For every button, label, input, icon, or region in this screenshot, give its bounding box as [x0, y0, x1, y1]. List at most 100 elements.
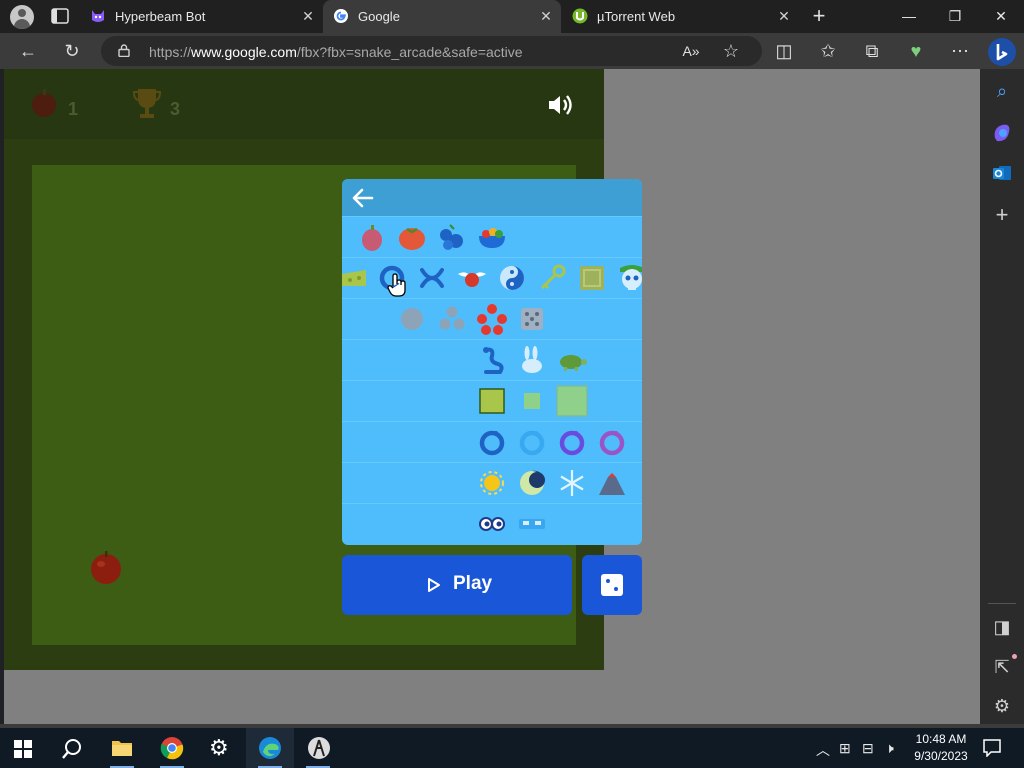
page-content: 1 3 Play [4, 69, 980, 724]
food-row [342, 216, 642, 257]
favorite-star-icon[interactable]: ☆ [718, 39, 744, 63]
taskbar-app[interactable] [294, 728, 342, 768]
read-aloud-icon[interactable]: A» [678, 39, 704, 63]
address-bar[interactable]: https://www.google.com/fbx?fbx=snake_arc… [101, 36, 762, 66]
hide-sidebar-icon[interactable]: ◨ [991, 616, 1013, 638]
outlook-icon[interactable] [991, 162, 1013, 184]
notifications-icon[interactable] [983, 739, 1001, 757]
tab-actions-icon[interactable] [51, 8, 69, 24]
url-text: https://www.google.com/fbx?fbx=snake_arc… [149, 44, 523, 60]
rabbit-icon[interactable] [516, 344, 548, 376]
snake-ring-purple-icon[interactable] [556, 426, 588, 458]
eyes-icon[interactable] [476, 508, 508, 540]
copilot-icon[interactable] [991, 122, 1013, 144]
snake-ring-icon[interactable] [476, 426, 508, 458]
taskbar-file-explorer[interactable] [98, 728, 146, 768]
profile-avatar-icon[interactable] [10, 5, 34, 29]
minimize-icon[interactable]: — [886, 0, 932, 33]
google-g-icon [334, 9, 348, 23]
snake-ring-cyan-icon[interactable] [516, 426, 548, 458]
restore-icon[interactable]: ❐ [932, 0, 978, 33]
browser-toolbar: ← ↻ https://www.google.com/fbx?fbx=snake… [0, 33, 1024, 69]
settings-more-icon[interactable]: ⋯ [947, 39, 973, 63]
settings-gear-icon: ⚙ [209, 735, 229, 760]
pretzel-icon[interactable] [416, 262, 448, 294]
tray-app-icon[interactable]: ⊞ [839, 740, 851, 757]
snake-icon[interactable] [476, 344, 508, 376]
one-apple-icon[interactable] [396, 303, 428, 335]
fig-icon[interactable] [356, 221, 388, 253]
clock-date[interactable]: 9/30/2023 [909, 749, 973, 763]
snowflake-icon[interactable] [556, 467, 588, 499]
winged-apple-icon[interactable] [456, 262, 488, 294]
close-tab-icon[interactable]: ✕ [776, 8, 792, 24]
snake-ring-violet-icon[interactable] [596, 426, 628, 458]
browser-essentials-icon[interactable]: ♥ [903, 39, 929, 63]
key-icon[interactable] [536, 262, 568, 294]
taskbar-chrome[interactable] [148, 728, 196, 768]
speed-row [342, 339, 642, 380]
cheese-icon[interactable] [342, 262, 370, 294]
random-settings-button[interactable] [582, 555, 642, 615]
dice-icon[interactable] [516, 303, 548, 335]
utorrent-icon [572, 8, 588, 24]
sound-icon[interactable] [546, 93, 576, 117]
windows-taskbar: ⚙ ︿ ⊞ ⊟ 🕨 10:48 AM 9/30/2023 [0, 728, 1024, 768]
tab-google[interactable]: Google ✕ [323, 0, 561, 33]
taskbar-search-icon[interactable] [61, 738, 83, 760]
favorites-icon[interactable]: ✩ [815, 39, 841, 63]
clock-time[interactable]: 10:48 AM [911, 732, 971, 746]
collections-icon[interactable]: ⧉ [859, 39, 885, 63]
close-tab-icon[interactable]: ✕ [538, 8, 554, 24]
skull-icon[interactable] [616, 262, 642, 294]
windows-start-icon[interactable] [14, 740, 32, 758]
trophy-score: 3 [170, 99, 181, 119]
network-icon[interactable]: ⊟ [862, 740, 874, 757]
sidebar-settings-gear-icon[interactable]: ⚙ [991, 695, 1013, 717]
refresh-icon[interactable]: ↻ [59, 39, 85, 63]
add-tool-icon[interactable]: + [991, 204, 1013, 226]
lock-icon [118, 44, 130, 57]
yin-yang-icon[interactable] [496, 262, 528, 294]
three-apples-icon[interactable] [436, 303, 468, 335]
play-button[interactable]: Play [342, 555, 572, 615]
taskbar-settings[interactable]: ⚙ [196, 728, 244, 768]
close-window-icon[interactable]: ✕ [978, 0, 1024, 33]
five-apples-icon[interactable] [476, 303, 508, 335]
tab-strip: Hyperbeam Bot ✕ Google ✕ µTorrent Web ✕ … [0, 0, 1024, 33]
apple-food-icon [91, 551, 121, 584]
sun-icon[interactable] [476, 467, 508, 499]
tab-utorrent-web[interactable]: µTorrent Web ✕ [562, 0, 802, 33]
game-options-panel [342, 179, 642, 545]
eyes-row [342, 503, 642, 544]
close-tab-icon[interactable]: ✕ [300, 8, 316, 24]
desktop: Hyperbeam Bot ✕ Google ✕ µTorrent Web ✕ … [0, 0, 1024, 768]
snake-color-row [342, 421, 642, 462]
apple-score: 1 [68, 99, 79, 119]
crate-icon[interactable] [576, 262, 608, 294]
external-link-icon[interactable]: ⇱ [991, 656, 1013, 678]
back-icon[interactable]: ← [15, 39, 41, 63]
volcano-icon[interactable] [596, 467, 628, 499]
search-icon[interactable]: ⌕ [991, 80, 1013, 102]
blueberries-icon[interactable] [436, 221, 468, 253]
moon-icon[interactable] [516, 467, 548, 499]
large-square-icon[interactable] [476, 385, 508, 417]
tab-hyperbeam-bot[interactable]: Hyperbeam Bot ✕ [80, 0, 322, 33]
new-tab-icon[interactable]: + [806, 4, 832, 28]
bing-copilot-icon[interactable] [987, 37, 1017, 67]
huge-square-icon[interactable] [556, 385, 588, 417]
back-arrow-icon[interactable] [348, 185, 378, 211]
split-screen-icon[interactable]: ◫ [771, 39, 797, 63]
visor-icon[interactable] [516, 508, 548, 540]
volume-muted-icon[interactable]: 🕨 [885, 740, 894, 757]
dice-icon [601, 574, 623, 596]
taskbar-edge[interactable] [246, 728, 294, 768]
small-square-icon[interactable] [516, 385, 548, 417]
salad-bowl-icon[interactable] [476, 221, 508, 253]
turtle-icon[interactable] [556, 344, 588, 376]
tomato-icon[interactable] [396, 221, 428, 253]
show-hidden-icons-chevron-icon[interactable]: ︿ [816, 740, 830, 760]
play-icon [428, 578, 440, 592]
app-figure-icon [308, 737, 330, 759]
